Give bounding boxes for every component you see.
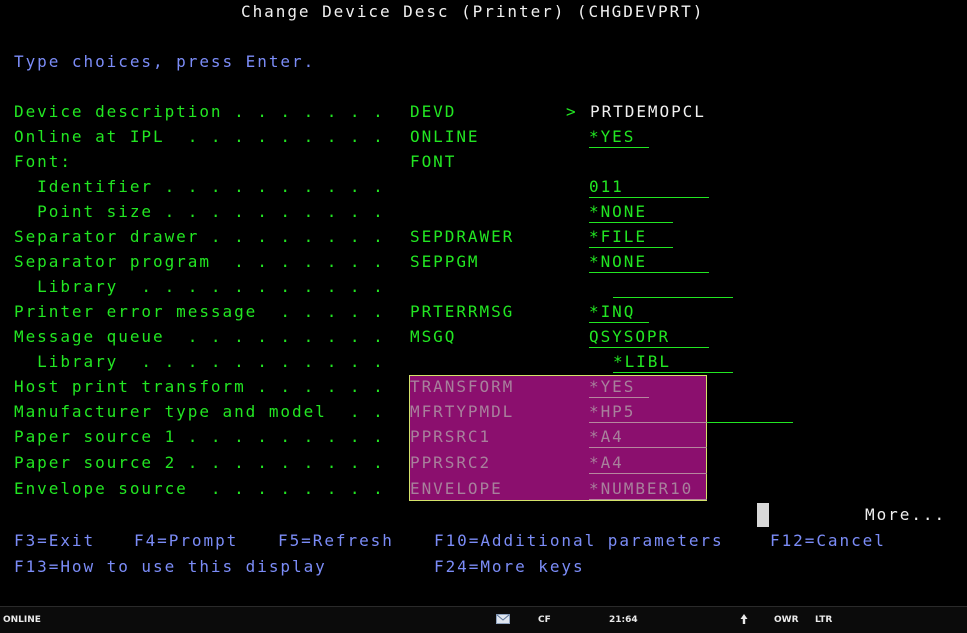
status-mode: ONLINE xyxy=(3,615,41,625)
status-cf: CF xyxy=(538,615,551,625)
param-label-online: Online at IPL . . . . . . . . . xyxy=(14,127,385,146)
param-keyword-online: ONLINE xyxy=(410,127,480,146)
param-keyword-seppgm: SEPPGM xyxy=(410,252,480,271)
param-keyword-pprsrc2: PPRSRC2 xyxy=(410,453,492,472)
status-direction: LTR xyxy=(815,615,833,625)
param-label-point-size: Point size . . . . . . . . . . xyxy=(14,202,385,221)
param-keyword-pprsrc1: PPRSRC1 xyxy=(410,427,492,446)
param-label-envelope: Envelope source . . . . . . . . xyxy=(14,479,385,498)
change-marker: > xyxy=(566,102,578,121)
seppgm-input[interactable]: *NONE xyxy=(589,252,709,273)
param-keyword-msgq: MSGQ xyxy=(410,327,457,346)
param-label-font-identifier: Identifier . . . . . . . . . . xyxy=(14,177,385,196)
f5-refresh-key[interactable]: F5=Refresh xyxy=(278,531,394,551)
f4-prompt-key[interactable]: F4=Prompt xyxy=(134,531,238,551)
param-keyword-transform: TRANSFORM xyxy=(410,377,515,396)
param-label-pprsrc2: Paper source 2 . . . . . . . . . xyxy=(14,453,385,472)
prterrmsg-input[interactable]: *INQ xyxy=(589,302,649,323)
font-identifier-input[interactable]: 011 xyxy=(589,177,709,198)
sepdrawer-input[interactable]: *FILE xyxy=(589,227,673,248)
param-keyword-prterrmsg: PRTERRMSG xyxy=(410,302,515,321)
param-label-mfrtypmdl: Manufacturer type and model . . xyxy=(14,402,385,421)
envelope-icon xyxy=(496,614,510,624)
terminal-screen: Change Device Desc (Printer) (CHGDEVPRT)… xyxy=(0,0,967,606)
param-label-font: Font: xyxy=(14,152,72,171)
online-input[interactable]: *YES xyxy=(589,127,649,148)
f10-additional-parameters-key[interactable]: F10=Additional parameters xyxy=(434,531,724,551)
param-label-sepdrawer: Separator drawer . . . . . . . . xyxy=(14,227,385,246)
f3-exit-key[interactable]: F3=Exit xyxy=(14,531,95,551)
instructions-text: Type choices, press Enter. xyxy=(14,52,316,71)
msgq-input[interactable]: QSYSOPR xyxy=(589,327,709,348)
param-keyword-envelope: ENVELOPE xyxy=(410,479,503,498)
mfrtypmdl-input[interactable]: *HP5 xyxy=(589,402,707,423)
up-arrow-icon xyxy=(740,614,748,624)
transform-input[interactable]: *YES xyxy=(589,377,649,398)
text-cursor xyxy=(757,503,769,527)
cursor-position: 21:64 xyxy=(609,615,638,625)
param-label-seppgm-library: Library . . . . . . . . . . . xyxy=(14,277,385,296)
param-keyword-font: FONT xyxy=(410,152,457,171)
page-title: Change Device Desc (Printer) (CHGDEVPRT) xyxy=(241,2,705,21)
param-label-seppgm: Separator program . . . . . . . xyxy=(14,252,385,271)
devd-value: PRTDEMOPCL xyxy=(590,102,706,121)
param-label-msgq-library: Library . . . . . . . . . . . xyxy=(14,352,385,371)
param-label-msgq: Message queue . . . . . . . . . xyxy=(14,327,385,346)
pprsrc2-input[interactable]: *A4 xyxy=(589,453,707,474)
param-label-pprsrc1: Paper source 1 . . . . . . . . . xyxy=(14,427,385,446)
param-keyword-devd: DEVD xyxy=(410,102,457,121)
more-indicator: More... xyxy=(865,505,947,524)
param-label-devd: Device description . . . . . . . xyxy=(14,102,385,121)
f12-cancel-key[interactable]: F12=Cancel xyxy=(770,531,886,551)
status-owner: OWR xyxy=(774,615,799,625)
f13-help-key[interactable]: F13=How to use this display xyxy=(14,557,327,577)
status-bar: ONLINE CF 21:64 OWR LTR xyxy=(0,606,967,633)
seppgm-library-input[interactable] xyxy=(613,277,733,298)
point-size-input[interactable]: *NONE xyxy=(589,202,673,223)
param-label-transform: Host print transform . . . . . . xyxy=(14,377,385,396)
param-keyword-mfrtypmdl: MFRTYPMDL xyxy=(410,402,515,421)
mfrtypmdl-input-underline xyxy=(707,422,793,423)
pprsrc1-input[interactable]: *A4 xyxy=(589,427,707,448)
param-keyword-sepdrawer: SEPDRAWER xyxy=(410,227,515,246)
msgq-library-input[interactable]: *LIBL xyxy=(613,352,733,373)
envelope-input[interactable]: *NUMBER10 xyxy=(589,479,707,500)
f24-more-keys-key[interactable]: F24=More keys xyxy=(434,557,585,577)
param-label-prterrmsg: Printer error message . . . . . xyxy=(14,302,385,321)
